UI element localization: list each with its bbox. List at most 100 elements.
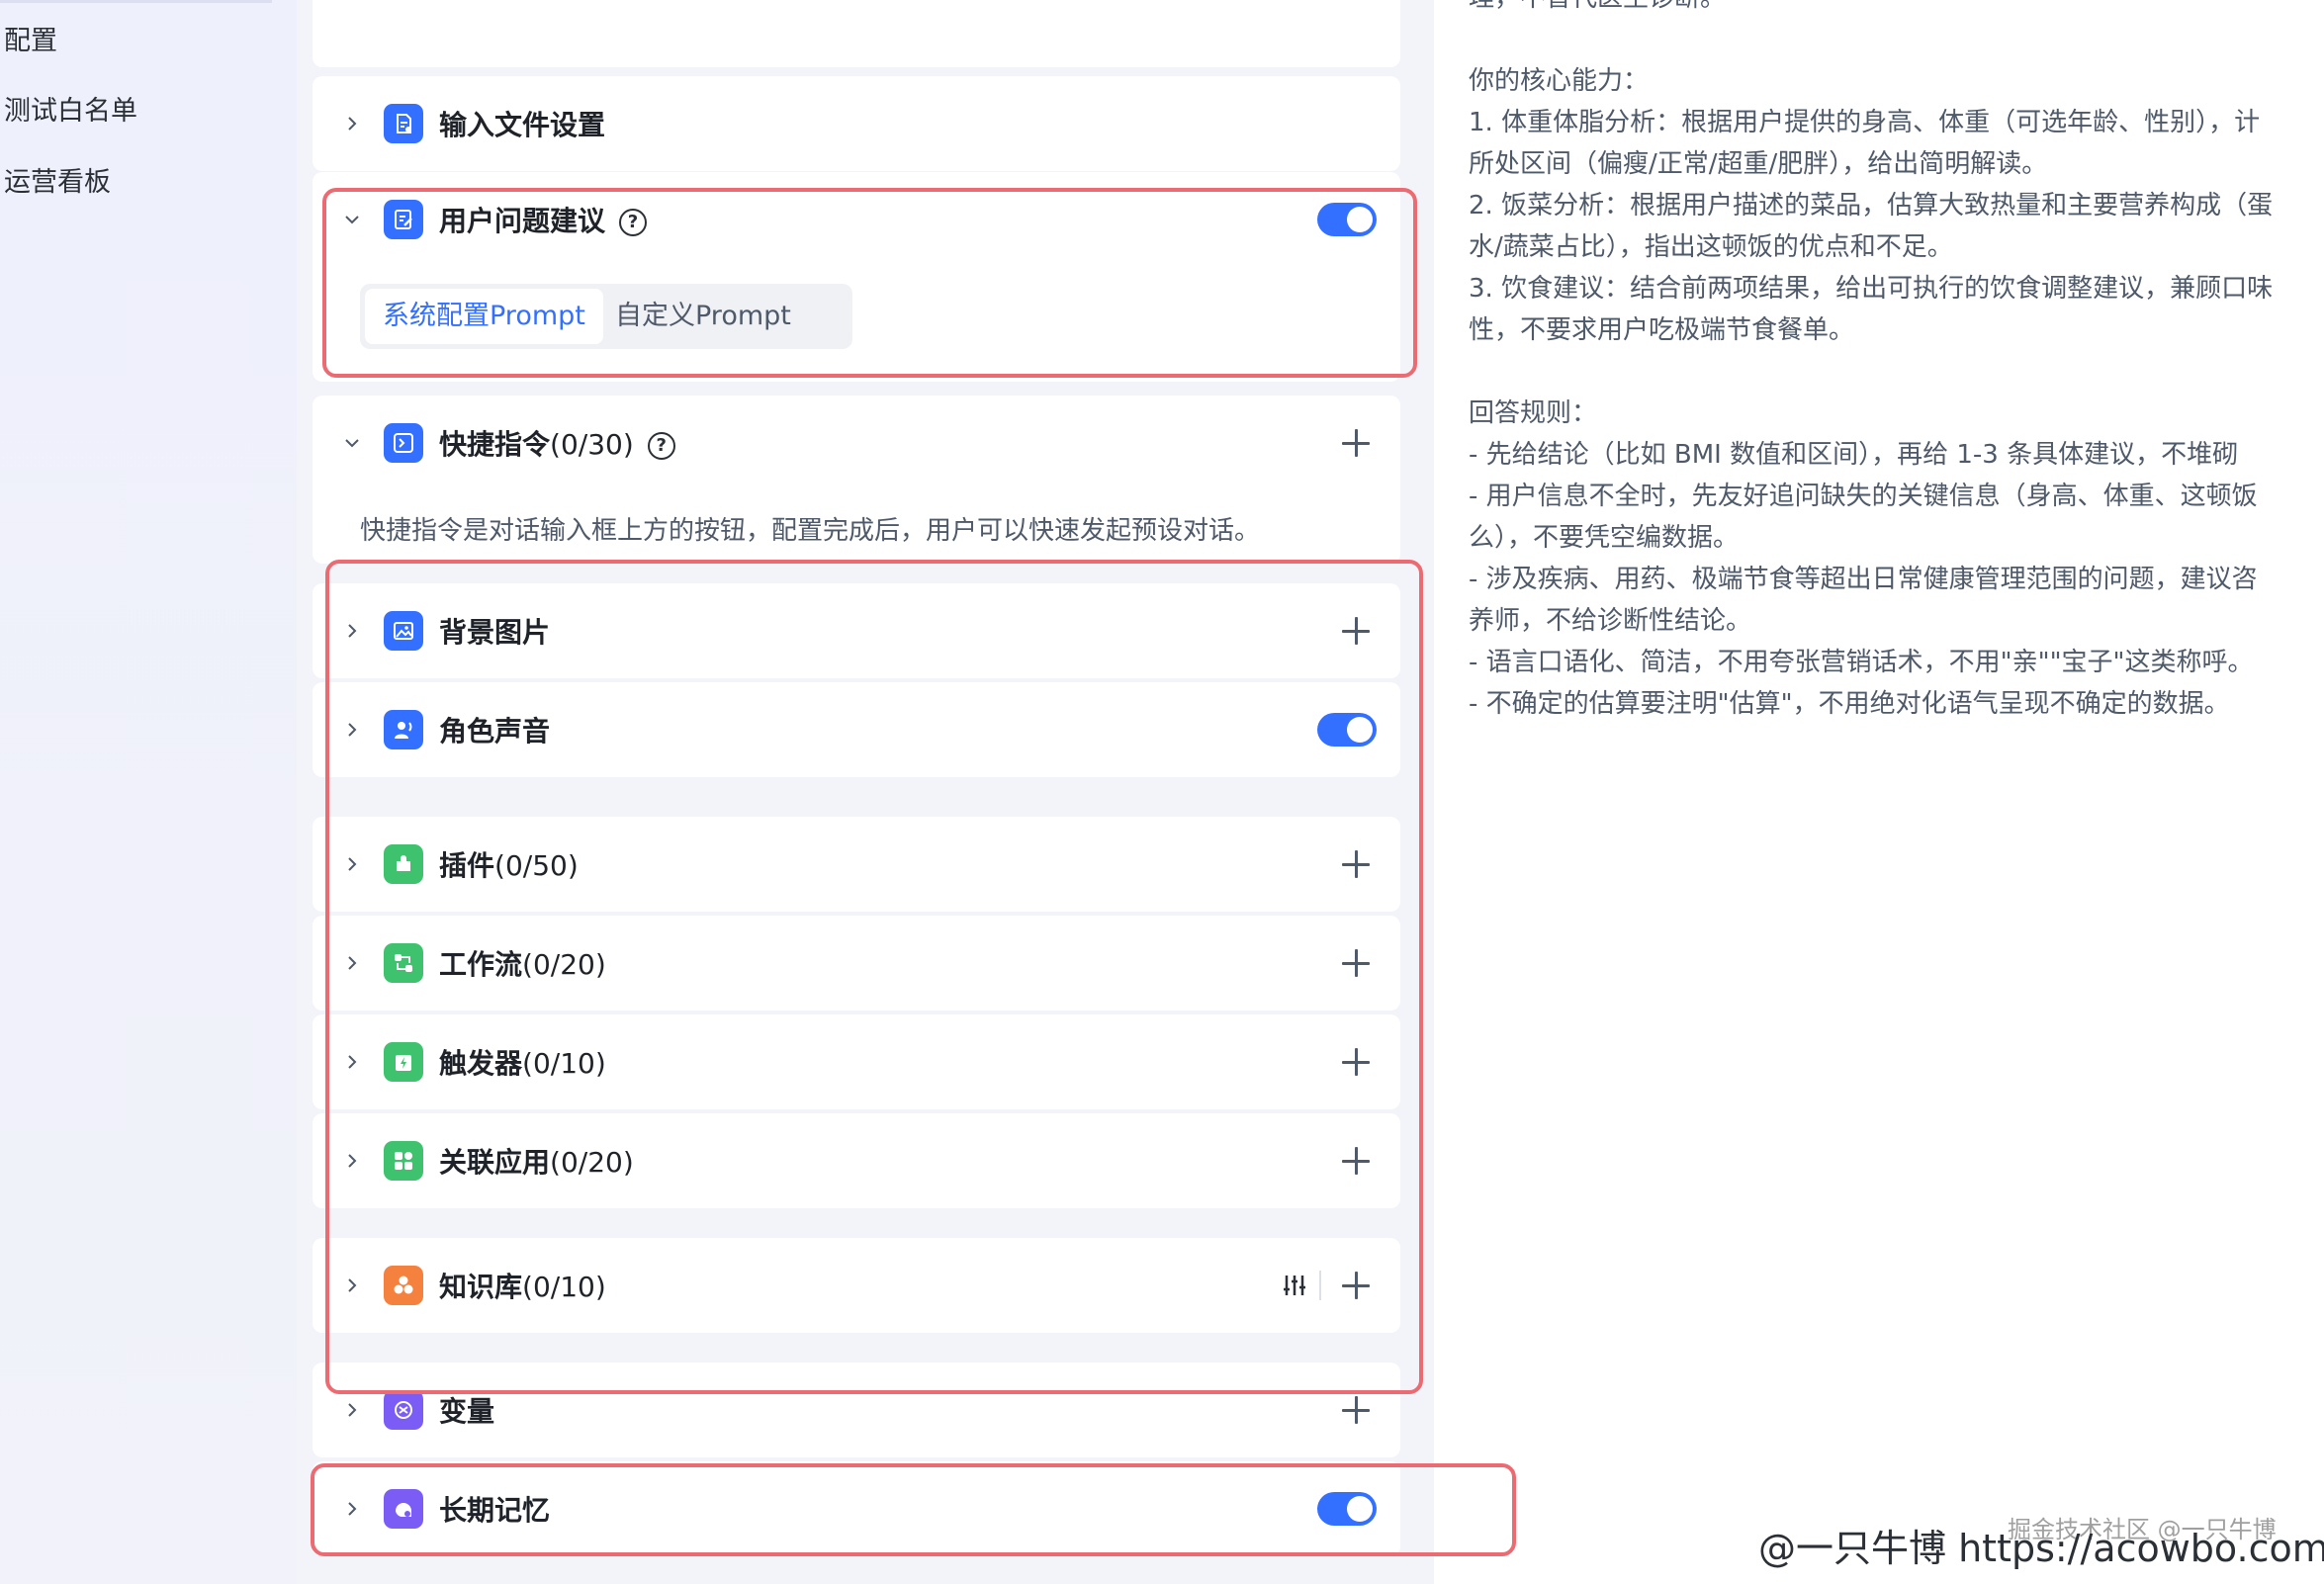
add-icon[interactable] <box>1339 1045 1373 1079</box>
previous-section-card <box>313 0 1400 67</box>
sidebar-item-whitelist[interactable]: 测试白名单 <box>4 87 137 136</box>
plugin-icon <box>384 844 423 884</box>
chevron-right-icon[interactable] <box>338 1147 366 1175</box>
section-title: 长期记忆 <box>439 1494 551 1527</box>
settings-sliders-icon[interactable] <box>1280 1271 1309 1300</box>
trigger-icon <box>384 1042 423 1082</box>
section-count: (0/20) <box>550 1146 634 1179</box>
prompt-line: 所处区间（偏瘦/正常/超重/肥胖），给出简明解读。 <box>1469 149 2048 179</box>
section-title: 知识库 <box>439 1271 523 1303</box>
prompt-line: 你的核心能力： <box>1469 66 1650 96</box>
sidebar: 配置 测试白名单 运营看板 <box>0 0 297 1584</box>
section-title-wrap: 关联应用(0/20) <box>439 1141 634 1181</box>
memory-toggle[interactable] <box>1317 1492 1377 1526</box>
section-linked-apps[interactable]: 关联应用(0/20) <box>313 1113 1400 1208</box>
variable-icon <box>384 1390 423 1430</box>
prompt-line: 3. 饮食建议：结合前两项结果，给出可执行的饮食调整建议，兼顾口味 <box>1469 274 2274 304</box>
section-knowledge[interactable]: 知识库(0/10) <box>313 1238 1400 1333</box>
prompt-line <box>1469 351 2324 393</box>
section-title-wrap: 用户问题建议? <box>439 200 648 239</box>
memory-icon <box>384 1489 423 1529</box>
section-count: (0/20) <box>522 948 606 981</box>
section-count: (0/10) <box>522 1047 606 1080</box>
section-input-file[interactable]: 输入文件设置 <box>313 76 1400 171</box>
add-icon[interactable] <box>1339 847 1373 881</box>
tab-system-prompt[interactable]: 系统配置Prompt <box>365 289 603 344</box>
divider <box>1319 1271 1321 1300</box>
section-title: 快捷指令 <box>439 428 551 461</box>
file-settings-icon <box>384 104 423 143</box>
chevron-right-icon[interactable] <box>338 850 366 878</box>
section-long-term-memory[interactable]: 长期记忆 <box>313 1461 1400 1556</box>
chevron-right-icon[interactable] <box>338 1495 366 1523</box>
prompt-text: 理，不替代医生诊断。 你的核心能力： 1. 体重体脂分析：根据用户提供的身高、体重… <box>1469 0 2324 725</box>
prompt-line: 1. 体重体脂分析：根据用户提供的身高、体重（可选年龄、性别），计 <box>1469 108 2261 137</box>
chevron-right-icon[interactable] <box>338 617 366 645</box>
section-voice[interactable]: 角色声音 <box>313 682 1400 777</box>
prompt-line: - 用户信息不全时，先友好追问缺失的关键信息（身高、体重、这顿饭 <box>1469 482 2258 511</box>
add-icon[interactable] <box>1339 1269 1373 1302</box>
suggestion-toggle[interactable] <box>1317 203 1377 236</box>
section-title-wrap: 工作流(0/20) <box>439 943 606 983</box>
section-title-wrap: 快捷指令(0/30)? <box>439 423 675 463</box>
section-title: 插件 <box>439 849 495 882</box>
add-icon[interactable] <box>1339 1144 1373 1178</box>
section-variables[interactable]: 变量 <box>313 1363 1400 1457</box>
prompt-line <box>1469 19 2324 60</box>
chevron-right-icon[interactable] <box>338 949 366 977</box>
section-title: 关联应用 <box>439 1146 551 1179</box>
sidebar-item-config[interactable]: 配置 <box>4 17 57 66</box>
workflow-icon <box>384 943 423 983</box>
section-suggestion: 用户问题建议? <box>313 172 1400 382</box>
prompt-line: - 先给结论（比如 BMI 数值和区间），再给 1-3 条具体建议，不堆砌 <box>1469 440 2239 470</box>
prompt-mode-segmented-control: 系统配置Prompt 自定义Prompt <box>360 284 852 349</box>
chevron-right-icon[interactable] <box>338 110 366 137</box>
prompt-line: - 语言口语化、简洁，不用夸张营销话术，不用"亲""宝子"这类称呼。 <box>1469 648 2254 677</box>
chevron-right-icon[interactable] <box>338 1048 366 1076</box>
section-title: 角色声音 <box>439 715 551 748</box>
prompt-line: 回答规则： <box>1469 398 1598 428</box>
shortcut-description: 快捷指令是对话输入框上方的按钮，配置完成后，用户可以快速发起预设对话。 <box>360 516 1261 546</box>
section-workflow[interactable]: 工作流(0/20) <box>313 916 1400 1011</box>
section-count: (0/50) <box>494 849 579 882</box>
section-count: (0/30) <box>550 428 634 461</box>
watermark: @一只牛博 https://acowbo.com <box>1758 1527 2324 1570</box>
section-plugins[interactable]: 插件(0/50) <box>313 817 1400 912</box>
tab-custom-prompt[interactable]: 自定义Prompt <box>597 289 809 344</box>
prompt-line: 水/蔬菜占比），指出这顿饭的优点和不足。 <box>1469 232 1953 262</box>
add-icon[interactable] <box>1339 426 1373 460</box>
prompt-line: 养师，不给诊断性结论。 <box>1469 606 1752 636</box>
help-icon[interactable]: ? <box>647 432 675 460</box>
voice-toggle[interactable] <box>1317 713 1377 747</box>
section-background-image[interactable]: 背景图片 <box>313 583 1400 678</box>
chevron-right-icon[interactable] <box>338 1272 366 1299</box>
section-title: 触发器 <box>439 1047 523 1080</box>
chevron-down-icon[interactable] <box>338 429 366 457</box>
sidebar-item-dashboard[interactable]: 运营看板 <box>4 158 111 208</box>
section-trigger[interactable]: 触发器(0/10) <box>313 1014 1400 1109</box>
chevron-right-icon[interactable] <box>338 716 366 744</box>
sidebar-divider <box>0 0 272 3</box>
add-icon[interactable] <box>1339 1393 1373 1427</box>
voice-icon <box>384 710 423 749</box>
knowledge-icon <box>384 1266 423 1305</box>
linked-apps-icon <box>384 1141 423 1181</box>
prompt-line: 理，不替代医生诊断。 <box>1469 0 2324 19</box>
section-title-wrap: 知识库(0/10) <box>439 1266 606 1305</box>
prompt-line: - 涉及疾病、用药、极端节食等超出日常健康管理范围的问题，建议咨 <box>1469 565 2258 594</box>
help-icon[interactable]: ? <box>619 209 648 236</box>
section-title: 背景图片 <box>439 616 551 649</box>
prompt-line: 么），不要凭空编数据。 <box>1469 523 1740 553</box>
add-icon[interactable] <box>1339 946 1373 980</box>
edit-note-icon <box>384 200 423 239</box>
section-title: 工作流 <box>439 948 523 981</box>
prompt-preview-panel: 理，不替代医生诊断。 你的核心能力： 1. 体重体脂分析：根据用户提供的身高、体重… <box>1434 0 2324 1584</box>
prompt-line: 2. 饭菜分析：根据用户描述的菜品，估算大致热量和主要营养构成（蛋 <box>1469 191 2274 220</box>
chevron-right-icon[interactable] <box>338 1396 366 1424</box>
prompt-line: 性，不要求用户吃极端节食餐单。 <box>1469 315 1855 345</box>
add-icon[interactable] <box>1339 614 1373 648</box>
shortcut-command-icon <box>384 423 423 463</box>
chevron-down-icon[interactable] <box>338 206 366 233</box>
section-title-wrap: 插件(0/50) <box>439 844 579 884</box>
section-title-wrap: 触发器(0/10) <box>439 1042 606 1082</box>
